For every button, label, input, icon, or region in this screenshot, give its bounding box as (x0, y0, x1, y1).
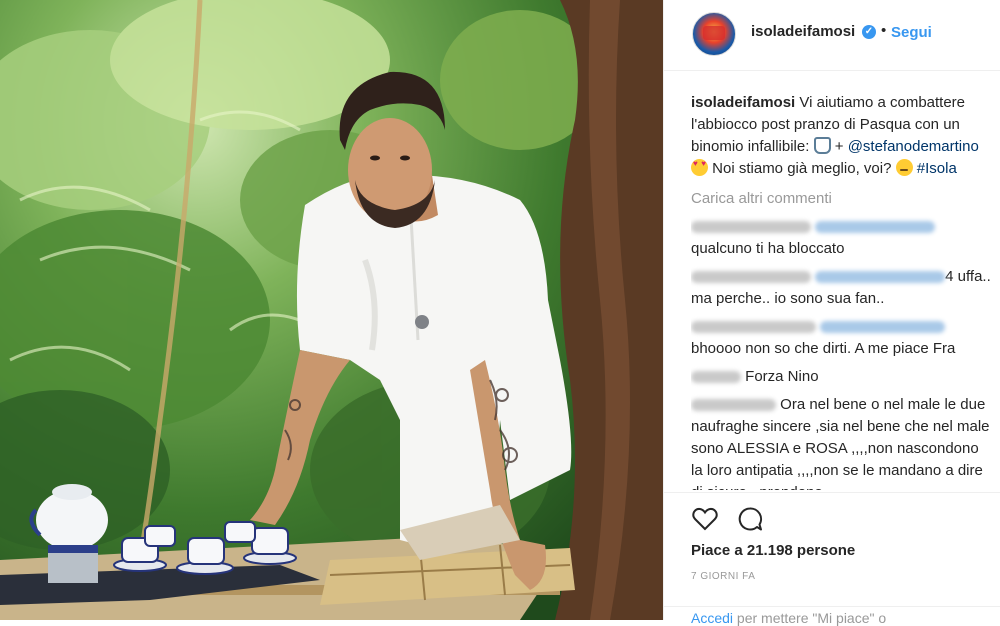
comment-item: Forza Nino (691, 366, 991, 388)
caption-text-2: Noi stiamo già meglio, voi? (712, 160, 892, 177)
comments-list[interactable]: isoladeifamosi Vi aiutiamo a combattere … (691, 92, 991, 490)
account-avatar[interactable] (692, 12, 736, 56)
post-actions: Piace a 21.198 persone 7 GIORNI FA Acced… (664, 492, 1000, 626)
follow-button[interactable]: Segui (891, 24, 932, 41)
comment-username-blurred[interactable] (691, 371, 741, 384)
load-more-comments[interactable]: Carica altri commenti (691, 188, 991, 210)
comment-text-suffix: 4 uffa.. (945, 268, 991, 285)
comment-mention-blurred[interactable] (815, 271, 946, 284)
post-timestamp: 7 GIORNI FA (691, 571, 756, 582)
comment-text: Forza Nino (745, 368, 819, 385)
caption-mention[interactable]: @stefanodemartino (848, 138, 979, 155)
post-caption: isoladeifamosi Vi aiutiamo a combattere … (691, 92, 991, 180)
smirk-emoji-icon (895, 159, 913, 176)
comment-text: qualcuno ti ha bloccato (691, 240, 845, 257)
comment-username-blurred[interactable] (691, 399, 776, 412)
login-link[interactable]: Accedi (691, 610, 733, 626)
divider (664, 606, 1000, 607)
login-prompt-text: per mettere "Mi piace" o (736, 610, 887, 626)
comment-item: Ora nel bene o nel male le due naufraghe… (691, 394, 991, 490)
caption-hashtag[interactable]: #Isola (917, 160, 957, 177)
comment-item: 4 uffa.. ma perche.. io sono sua fan.. (691, 266, 991, 310)
heart-icon[interactable] (691, 505, 719, 533)
comment-text: ma perche.. io sono sua fan.. (691, 290, 885, 307)
comment-item: qualcuno ti ha bloccato (691, 216, 991, 260)
comment-bubble-icon[interactable] (736, 505, 764, 533)
likes-count[interactable]: Piace a 21.198 persone (691, 542, 855, 559)
comment-mention-blurred[interactable] (820, 321, 946, 334)
heart-eyes-emoji-icon (691, 159, 708, 176)
comment-username-blurred[interactable] (691, 321, 816, 334)
separator-dot: • (881, 22, 887, 39)
photo-illustration (0, 0, 663, 620)
comment-username-blurred[interactable] (691, 221, 811, 234)
login-prompt: Accedi per mettere "Mi piace" o (691, 610, 886, 626)
post-photo[interactable] (0, 0, 663, 620)
post-sidebar: isoladeifamosi ✓ • Segui isoladeifamosi … (663, 0, 1000, 626)
coffee-cup-emoji-icon (813, 137, 831, 154)
caption-username[interactable]: isoladeifamosi (691, 94, 795, 111)
comment-text: bhoooo non so che dirti. A me piace Fra (691, 340, 956, 357)
account-username[interactable]: isoladeifamosi (751, 23, 855, 40)
comment-item: bhoooo non so che dirti. A me piace Fra (691, 316, 991, 360)
caption-plus: + (834, 138, 844, 155)
post-header: isoladeifamosi ✓ • Segui (664, 0, 1000, 71)
comment-mention-blurred[interactable] (815, 221, 936, 234)
verified-badge-icon: ✓ (862, 25, 876, 39)
comment-username-blurred[interactable] (691, 271, 811, 284)
